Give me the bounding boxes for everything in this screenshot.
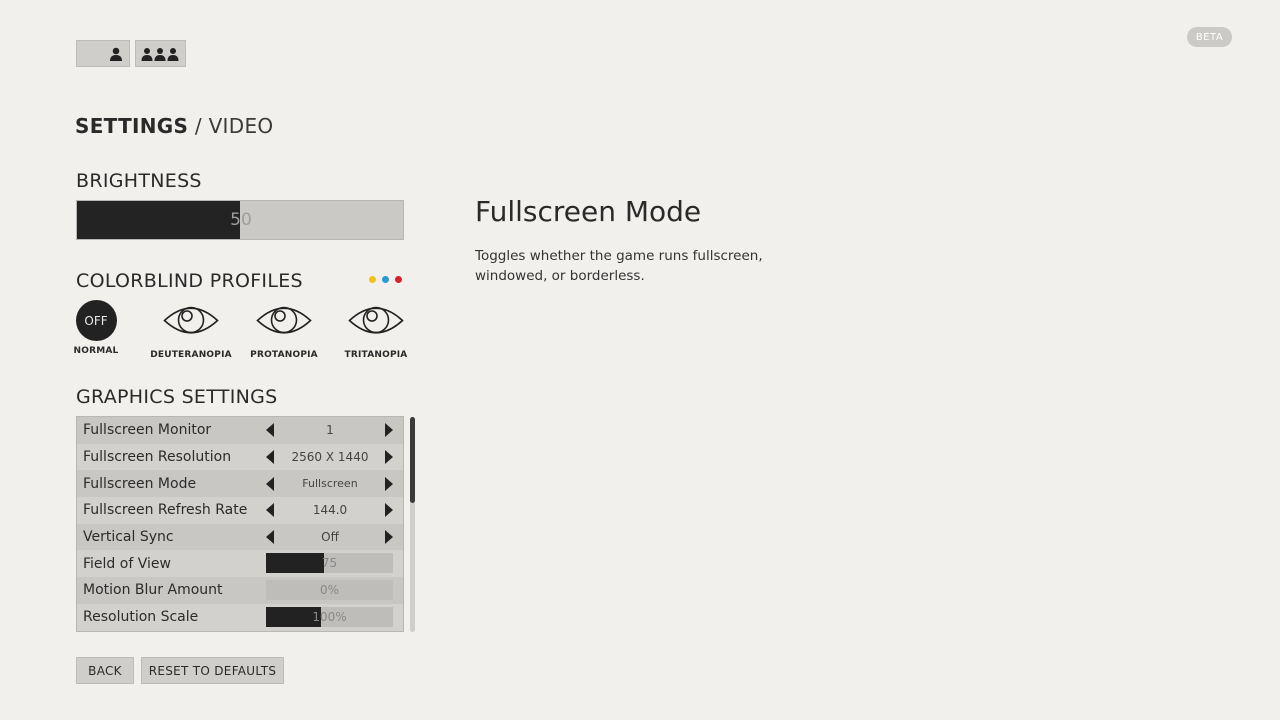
eye-icon bbox=[256, 306, 312, 334]
brightness-slider[interactable]: 50 bbox=[76, 200, 404, 240]
eye-icon bbox=[163, 306, 219, 334]
blue-dot bbox=[382, 276, 389, 283]
arrow-right-icon[interactable] bbox=[385, 530, 393, 545]
color-dots bbox=[369, 276, 402, 283]
setting-name: Fullscreen Resolution bbox=[83, 449, 232, 466]
arrow-left-icon[interactable] bbox=[266, 423, 274, 438]
brightness-label: BRIGHTNESS bbox=[76, 170, 202, 192]
resolution-scale-slider[interactable]: 100% bbox=[266, 606, 393, 627]
setting-name: Resolution Scale bbox=[83, 609, 199, 626]
setting-row-fullscreen-monitor[interactable]: Fullscreen Monitor 1 bbox=[77, 417, 403, 444]
slider-value: 100% bbox=[312, 609, 347, 624]
arrow-left-icon[interactable] bbox=[266, 503, 274, 518]
arrow-right-icon[interactable] bbox=[385, 423, 393, 438]
arrow-left-icon[interactable] bbox=[266, 530, 274, 545]
profile-label: DEUTERANOPIA bbox=[150, 350, 232, 360]
off-badge: OFF bbox=[75, 300, 117, 341]
setting-row-motion-blur[interactable]: Motion Blur Amount 0% bbox=[77, 577, 403, 604]
setting-row-fullscreen-resolution[interactable]: Fullscreen Resolution 2560 X 1440 bbox=[77, 443, 403, 471]
setting-name: Fullscreen Monitor bbox=[83, 422, 212, 439]
setting-row-resolution-scale[interactable]: Resolution Scale 100% bbox=[77, 603, 403, 631]
slider-value: 75 bbox=[321, 556, 338, 571]
setting-name: Vertical Sync bbox=[83, 529, 174, 546]
brightness-value: 50 bbox=[230, 210, 252, 230]
colorblind-profile-normal[interactable]: OFF NORMAL bbox=[48, 300, 144, 356]
colorblind-profile-tritanopia[interactable]: TRITANOPIA bbox=[328, 300, 424, 360]
back-button[interactable]: BACK bbox=[76, 657, 134, 684]
field-of-view-slider[interactable]: 75 bbox=[266, 553, 393, 574]
red-dot bbox=[395, 276, 402, 283]
setting-value: 2560 X 1440 bbox=[291, 450, 369, 465]
setting-row-vertical-sync[interactable]: Vertical Sync Off bbox=[77, 524, 403, 551]
reset-defaults-button[interactable]: RESET TO DEFAULTS bbox=[141, 657, 284, 684]
colorblind-label: COLORBLIND PROFILES bbox=[76, 270, 303, 292]
graphics-settings-list: Fullscreen Monitor 1 Fullscreen Resoluti… bbox=[76, 416, 404, 632]
setting-row-field-of-view[interactable]: Field of View 75 bbox=[77, 550, 403, 578]
motion-blur-slider[interactable]: 0% bbox=[266, 580, 393, 601]
slider-value: 0% bbox=[319, 583, 340, 598]
arrow-right-icon[interactable] bbox=[385, 450, 393, 465]
description-text: Toggles whether the game runs fullscreen… bbox=[475, 248, 763, 284]
single-player-button[interactable] bbox=[76, 40, 130, 67]
profile-label: NORMAL bbox=[73, 346, 119, 356]
colorblind-profile-protanopia[interactable]: PROTANOPIA bbox=[236, 300, 332, 360]
graphics-scrollbar[interactable] bbox=[410, 417, 415, 632]
setting-row-fullscreen-mode[interactable]: Fullscreen Mode Fullscreen bbox=[77, 470, 403, 497]
setting-value: 144.0 bbox=[312, 503, 348, 518]
setting-name: Field of View bbox=[83, 555, 171, 572]
profile-label: TRITANOPIA bbox=[344, 350, 408, 360]
single-player-icon bbox=[110, 47, 122, 61]
scrollbar-thumb[interactable] bbox=[410, 417, 415, 503]
colorblind-profile-deuteranopia[interactable]: DEUTERANOPIA bbox=[143, 300, 239, 360]
setting-value: Fullscreen bbox=[302, 477, 358, 491]
multi-player-icon bbox=[141, 47, 179, 61]
yellow-dot bbox=[369, 276, 376, 283]
beta-badge: BETA bbox=[1187, 27, 1232, 47]
eye-icon bbox=[348, 306, 404, 334]
arrow-left-icon[interactable] bbox=[266, 476, 274, 491]
setting-name: Fullscreen Mode bbox=[83, 475, 197, 492]
setting-name: Fullscreen Refresh Rate bbox=[83, 502, 248, 519]
graphics-settings-label: GRAPHICS SETTINGS bbox=[76, 386, 278, 408]
setting-value: Off bbox=[321, 530, 339, 545]
page-title-subsection: / VIDEO bbox=[188, 114, 274, 138]
arrow-right-icon[interactable] bbox=[385, 503, 393, 518]
setting-row-refresh-rate[interactable]: Fullscreen Refresh Rate 144.0 bbox=[77, 497, 403, 524]
arrow-left-icon[interactable] bbox=[266, 450, 274, 465]
multi-player-button[interactable] bbox=[135, 40, 186, 67]
setting-value: 1 bbox=[326, 423, 334, 438]
arrow-right-icon[interactable] bbox=[385, 476, 393, 491]
page-title-section: SETTINGS bbox=[75, 114, 189, 138]
profile-label: PROTANOPIA bbox=[250, 350, 318, 360]
description-title: Fullscreen Mode bbox=[475, 195, 702, 228]
setting-name: Motion Blur Amount bbox=[83, 582, 223, 599]
page-title: SETTINGS / VIDEO bbox=[75, 114, 273, 138]
